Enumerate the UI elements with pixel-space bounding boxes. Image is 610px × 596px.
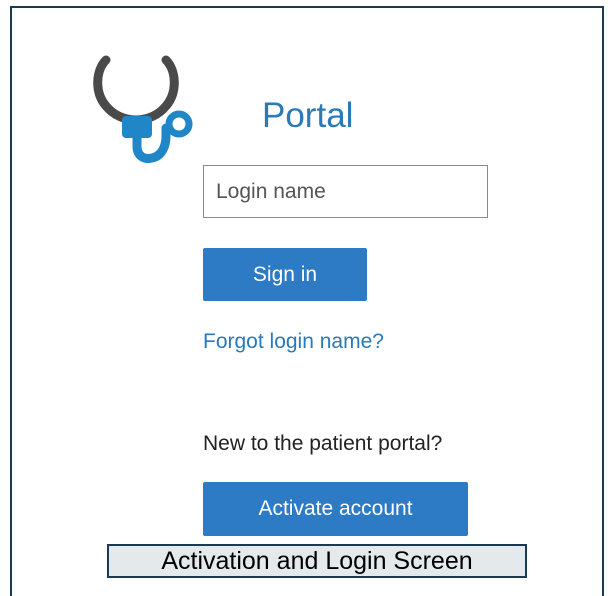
new-user-prompt: New to the patient portal? — [203, 432, 443, 455]
stethoscope-icon — [93, 55, 193, 163]
activate-account-button[interactable]: Activate account — [203, 482, 468, 536]
sign-in-button[interactable]: Sign in — [203, 248, 367, 301]
forgot-login-link[interactable]: Forgot login name? — [203, 330, 384, 354]
login-name-input[interactable] — [203, 165, 488, 218]
figure-caption: Activation and Login Screen — [107, 544, 527, 578]
page-title: Portal — [262, 96, 354, 135]
